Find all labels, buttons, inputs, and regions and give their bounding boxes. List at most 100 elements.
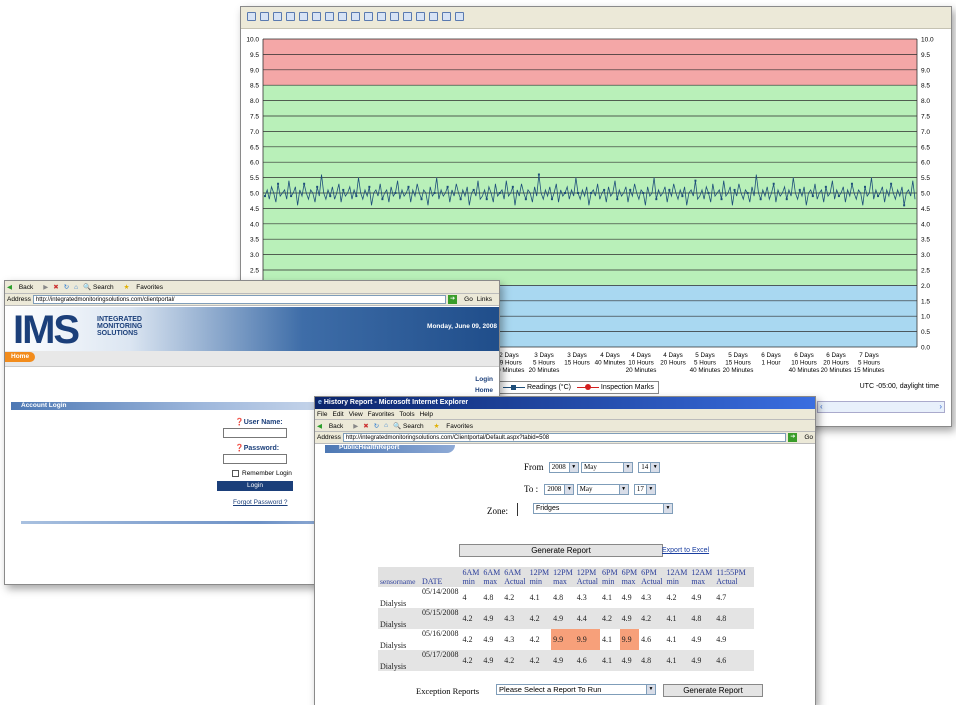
back-button[interactable]: ◀ Back	[7, 283, 38, 291]
menu-view[interactable]: View	[349, 411, 363, 418]
reading-cell: 4.9	[551, 608, 575, 629]
x-tick-label: 20 Hours	[660, 360, 686, 367]
password-field[interactable]	[223, 454, 287, 464]
reading-cell: 4.8	[553, 593, 564, 602]
new-icon[interactable]	[247, 12, 256, 21]
zoom-fit-icon[interactable]	[364, 12, 373, 21]
save-icon[interactable]	[273, 12, 282, 21]
forward-icon[interactable]: ▶	[353, 422, 358, 430]
properties-icon[interactable]	[312, 12, 321, 21]
to-month-select[interactable]: May ▼	[576, 484, 629, 496]
y-tick-left: 6.0	[250, 160, 259, 167]
y-tick-right: 8.0	[921, 98, 930, 105]
menu-help[interactable]: Help	[420, 411, 433, 418]
login-button[interactable]: Login	[217, 481, 293, 491]
refresh-icon[interactable]: ↻	[374, 422, 379, 430]
reading-point	[329, 195, 332, 198]
go-button[interactable]: Go	[464, 296, 473, 303]
chart-scrollbar[interactable]: › ‹	[817, 401, 945, 413]
forgot-password-link[interactable]: Forgot Password ?	[233, 499, 288, 506]
home-icon[interactable]: ⌂	[384, 422, 388, 429]
address-input[interactable]: http://integratedmonitoringsolutions.com…	[342, 433, 787, 442]
home-icon[interactable]: ⌂	[74, 284, 78, 291]
zone-select[interactable]: Fridges ▼	[533, 503, 673, 514]
sensor-cell: Dialysis	[378, 650, 420, 671]
favorites-button[interactable]: ★ Favorites	[434, 422, 478, 430]
reading-point	[733, 188, 736, 191]
reading-cell: 9.9	[574, 629, 601, 650]
menu-tools[interactable]: Tools	[399, 411, 414, 418]
forward-icon[interactable]: ▶	[43, 283, 48, 291]
links-button[interactable]: Links	[477, 296, 492, 303]
go-icon[interactable]: ➔	[448, 295, 458, 304]
help-icon: ❓	[235, 419, 244, 426]
home-link[interactable]: Home	[475, 387, 493, 394]
menu-file[interactable]: File	[317, 411, 327, 418]
from-year-select[interactable]: 2008 ▼	[548, 462, 579, 474]
help-icon[interactable]	[442, 12, 451, 21]
reading-point	[498, 192, 501, 194]
legend-icon[interactable]	[325, 12, 334, 21]
go-button[interactable]: Go	[804, 434, 813, 441]
date-cell: 05/17/2008	[420, 650, 461, 671]
reading-cell: 4.3	[502, 608, 528, 629]
y-tick-left: 9.5	[250, 52, 259, 59]
generate-report-button-2[interactable]: Generate Report	[663, 684, 763, 697]
data-icon[interactable]	[338, 12, 347, 21]
from-day-select[interactable]: 14 ▼	[638, 462, 661, 474]
chart-icon[interactable]	[403, 12, 412, 21]
username-field[interactable]	[223, 428, 287, 438]
favorites-button[interactable]: ★ Favorites	[124, 283, 168, 291]
to-year-select[interactable]: 2008 ▼	[544, 484, 575, 496]
reading-cell: 4.6	[574, 650, 601, 671]
stop-icon[interactable]: ✖	[53, 283, 58, 291]
login-link[interactable]: Login	[475, 376, 493, 383]
gallery2-icon[interactable]	[390, 12, 399, 21]
reading-cell: 4.6	[641, 635, 652, 644]
back-button[interactable]: ◀ Back	[317, 422, 348, 430]
tools-icon[interactable]	[429, 12, 438, 21]
column-header: 6PM min	[600, 567, 620, 587]
timezone-label: UTC -05:00, daylight time	[859, 383, 939, 390]
export-excel-link[interactable]: Export to Excel	[662, 547, 709, 554]
from-month-select[interactable]: May ▼	[581, 462, 634, 474]
zoom-icon[interactable]	[351, 12, 360, 21]
copy-icon[interactable]	[299, 12, 308, 21]
to-day-select[interactable]: 17 ▼	[633, 484, 656, 496]
address-input[interactable]: http://integratedmonitoringsolutions.com…	[32, 295, 447, 304]
exception-select[interactable]: Please Select a Report To Run ▼	[496, 684, 656, 695]
menu-edit[interactable]: Edit	[332, 411, 343, 418]
remember-login[interactable]: Remember Login	[232, 470, 292, 477]
sensor-cell: Dialysis	[380, 599, 407, 608]
stop-icon[interactable]: ✖	[363, 422, 368, 430]
reading-point	[472, 188, 475, 191]
generate-report-button[interactable]: Generate Report	[459, 544, 663, 557]
y-tick-right: 9.0	[921, 67, 930, 74]
exception-label: Exception Reports	[416, 686, 480, 696]
print-icon[interactable]	[286, 12, 295, 21]
x-tick-label: 40 Minutes	[595, 360, 626, 367]
open-icon[interactable]	[260, 12, 269, 21]
go-icon[interactable]: ➔	[788, 433, 798, 442]
ie-icon: e	[318, 399, 322, 406]
x-tick-label: 5 Days	[728, 352, 748, 359]
gallery-icon[interactable]	[377, 12, 386, 21]
x-tick-label: 20 Hours	[823, 360, 849, 367]
search-button[interactable]: 🔍 Search	[393, 422, 429, 430]
search-button[interactable]: 🔍 Search	[83, 283, 119, 291]
y-tick-right: 4.0	[921, 221, 930, 228]
whats-this-icon[interactable]	[455, 12, 464, 21]
reading-cell: 4.2	[460, 608, 482, 629]
column-header: 12PM min	[527, 567, 552, 587]
table-row: Dialysis 05/14/2008 4 4.8 4.2 4.1 4.8 4.3 4.1 4.9…	[378, 587, 754, 608]
refresh-icon[interactable]: ↻	[64, 283, 69, 291]
reading-cell: 4.9	[621, 593, 632, 602]
column-header: sensorname	[378, 567, 420, 587]
menu-favorites[interactable]: Favorites	[368, 411, 395, 418]
reading-point	[368, 185, 371, 188]
x-tick-label: 5 Hours	[858, 360, 880, 367]
remember-checkbox[interactable]	[232, 470, 239, 477]
chart2-icon[interactable]	[416, 12, 425, 21]
home-tab[interactable]: Home	[5, 352, 35, 362]
column-header: 11:55PM Actual	[714, 567, 755, 587]
